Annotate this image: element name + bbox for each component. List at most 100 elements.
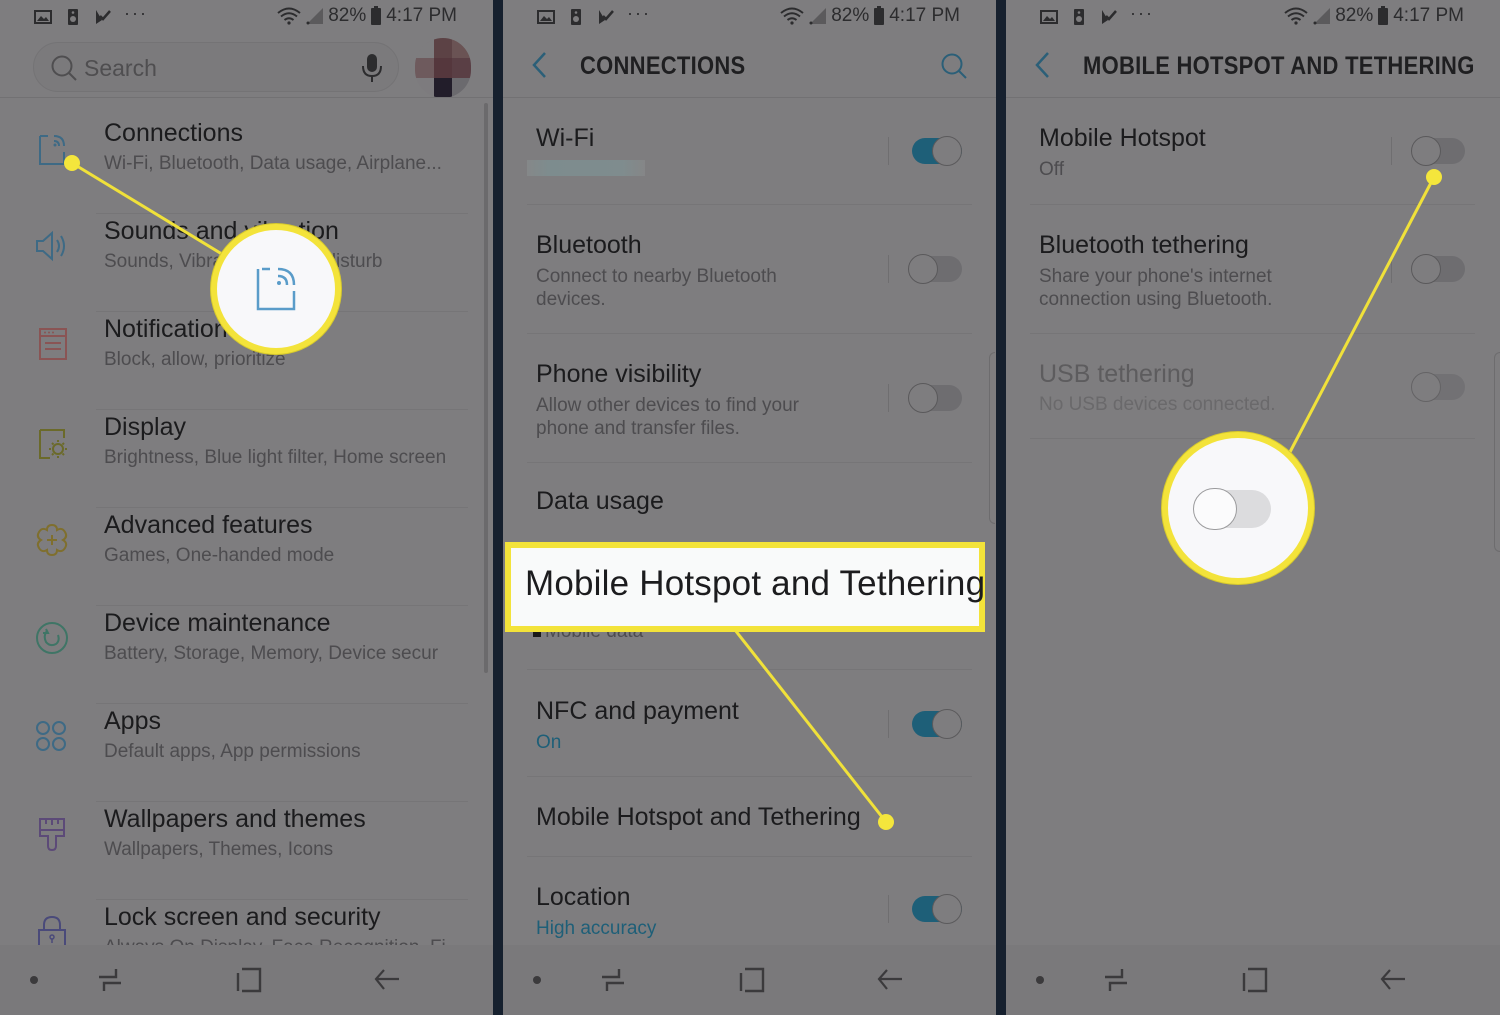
settings-item-apps[interactable]: Apps Default apps, App permissions: [0, 704, 480, 802]
settings-item-title: Advanced features: [104, 511, 313, 539]
recent-apps-icon[interactable]: [1104, 967, 1128, 993]
setting-row-mobile-hotspot-tethering[interactable]: Mobile Hotspot and Tethering: [503, 777, 996, 857]
settings-item-subtitle: Games, One-handed mode: [104, 545, 335, 566]
navigation-bar: [0, 945, 493, 1015]
setting-row-wifi[interactable]: Wi-Fi: [503, 98, 996, 205]
scroll-indicator[interactable]: [989, 352, 995, 524]
settings-item-subtitle: Block, allow, prioritize: [104, 349, 286, 370]
back-icon[interactable]: [374, 967, 400, 993]
battery-icon: [874, 6, 885, 25]
separator: [888, 384, 889, 412]
setting-title: Location: [536, 883, 631, 911]
separator: [1391, 255, 1392, 283]
task-check-icon: [1102, 9, 1117, 24]
signal-icon: [809, 8, 827, 25]
separator: [888, 710, 889, 738]
settings-item-subtitle: Default apps, App permissions: [104, 741, 361, 762]
settings-item-title: Apps: [104, 707, 161, 735]
signal-icon: [306, 8, 324, 25]
profile-avatar[interactable]: [415, 38, 471, 98]
back-arrow-icon[interactable]: [1034, 50, 1050, 80]
callout-dot: [64, 155, 80, 171]
mobile-hotspot-toggle[interactable]: [1411, 136, 1465, 166]
setting-row-location[interactable]: Location High accuracy: [503, 857, 996, 947]
bluetooth-tethering-toggle[interactable]: [1411, 254, 1465, 284]
wifi-icon: [1284, 7, 1308, 25]
settings-screen: ··· 82% 4:17 PM Search Connections Wi-Fi…: [0, 0, 493, 1015]
recent-apps-icon[interactable]: [601, 967, 625, 993]
notifications-icon: [39, 328, 67, 360]
page-title: MOBILE HOTSPOT AND TETHERING: [1083, 52, 1475, 80]
status-bar: ··· 82% 4:17 PM: [0, 0, 493, 34]
microphone-icon[interactable]: [362, 54, 382, 82]
settings-item-title: Lock screen and security: [104, 903, 381, 931]
wifi-network-name-blurred: [527, 160, 645, 176]
scrollbar[interactable]: [484, 103, 488, 673]
settings-item-subtitle: Brightness, Blue light filter, Home scre…: [104, 447, 447, 468]
setting-row-phone-visibility[interactable]: Phone visibility Allow other devices to …: [503, 334, 996, 463]
bluetooth-toggle[interactable]: [908, 254, 962, 284]
scroll-indicator[interactable]: [1494, 352, 1500, 552]
settings-item-title: Connections: [104, 119, 243, 147]
magnifier-connections: [211, 224, 341, 354]
settings-item-device-maintenance[interactable]: Device maintenance Battery, Storage, Mem…: [0, 606, 480, 704]
setting-row-bluetooth-tethering[interactable]: Bluetooth tethering Share your phone's i…: [1006, 205, 1499, 334]
image-icon: [537, 9, 555, 24]
battery-percent: 82%: [831, 5, 870, 26]
home-icon[interactable]: [739, 967, 765, 993]
setting-row-mobile-hotspot[interactable]: Mobile Hotspot Off: [1006, 98, 1499, 205]
home-icon[interactable]: [236, 967, 262, 993]
search-input[interactable]: Search: [33, 42, 399, 92]
nav-dot-icon[interactable]: [533, 976, 541, 984]
speaker-icon: [1074, 8, 1084, 25]
separator: [888, 895, 889, 923]
task-check-icon: [96, 9, 111, 24]
setting-title: Bluetooth: [536, 231, 642, 259]
image-icon: [1040, 9, 1058, 24]
home-icon[interactable]: [1242, 967, 1268, 993]
settings-item-title: Display: [104, 413, 186, 441]
status-bar: ··· 82% 4:17 PM: [503, 0, 996, 34]
callout-dot: [878, 814, 894, 830]
setting-subtitle-line2: devices.: [536, 289, 606, 310]
nav-dot-icon[interactable]: [30, 976, 38, 984]
image-icon: [34, 9, 52, 24]
signal-icon: [1313, 8, 1331, 25]
separator: [888, 255, 889, 283]
wifi-toggle[interactable]: [908, 136, 962, 166]
setting-title: Data usage: [536, 487, 664, 515]
settings-item-advanced-features[interactable]: Advanced features Games, One-handed mode: [0, 508, 480, 606]
apps-grid-icon: [36, 721, 66, 751]
back-icon[interactable]: [877, 967, 903, 993]
search-placeholder: Search: [84, 55, 157, 81]
recent-apps-icon[interactable]: [98, 967, 122, 993]
settings-item-wallpapers[interactable]: Wallpapers and themes Wallpapers, Themes…: [0, 802, 480, 900]
connections-icon: [256, 267, 296, 311]
phone-visibility-toggle[interactable]: [908, 383, 962, 413]
speaker-volume-icon: [36, 230, 65, 262]
nfc-toggle[interactable]: [908, 709, 962, 739]
settings-item-subtitle: Wallpapers, Themes, Icons: [104, 839, 334, 860]
search-icon[interactable]: [940, 52, 968, 80]
settings-item-display[interactable]: Display Brightness, Blue light filter, H…: [0, 410, 480, 508]
clock: 4:17 PM: [386, 5, 457, 26]
nav-dot-icon[interactable]: [1036, 976, 1044, 984]
battery-icon: [1378, 6, 1389, 25]
navigation-bar: [503, 945, 996, 1015]
speaker-icon: [571, 8, 581, 25]
location-toggle[interactable]: [908, 894, 962, 924]
setting-title: Mobile Hotspot: [1039, 124, 1206, 152]
wifi-icon: [277, 7, 301, 25]
back-icon[interactable]: [1380, 967, 1406, 993]
callout-label: Mobile Hotspot and Tethering: [525, 564, 986, 603]
setting-row-bluetooth[interactable]: Bluetooth Connect to nearby Bluetooth de…: [503, 205, 996, 334]
paintbrush-icon: [39, 818, 65, 852]
setting-title: Wi-Fi: [536, 124, 595, 152]
more-dots-icon: ···: [1130, 3, 1154, 23]
settings-item-title: Wallpapers and themes: [104, 805, 366, 833]
setting-row-usb-tethering: USB tethering No USB devices connected.: [1006, 334, 1499, 439]
battery-percent: 82%: [1335, 5, 1374, 26]
setting-row-nfc[interactable]: NFC and payment On: [503, 670, 996, 777]
back-arrow-icon[interactable]: [531, 50, 547, 80]
battery-icon: [371, 6, 382, 25]
